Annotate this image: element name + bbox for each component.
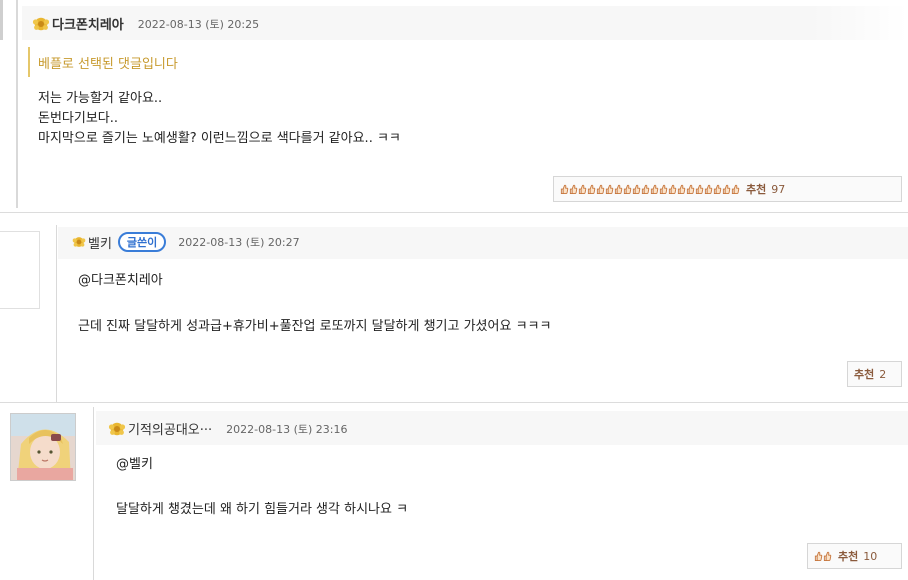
thumbs-up-icon [686, 184, 695, 194]
thumbs-up-icon [632, 184, 641, 194]
thumbs-up-icon [569, 184, 578, 194]
comment-line: 저는 가능할거 같아요.. [38, 91, 163, 106]
thumbs-up-icon [677, 184, 686, 194]
thumbs-up-icon [614, 184, 623, 194]
recommend-label: 추천 [854, 368, 875, 381]
recommend-count: 10 [863, 549, 878, 563]
best-comment-label: 베플로 선택된 댓글입니다 [38, 57, 178, 72]
comment-date: 2022-08-13 (토) 23:16 [226, 422, 348, 436]
thread-rail [16, 0, 18, 208]
comment-date: 2022-08-13 (토) 20:27 [178, 236, 300, 249]
best-comment-marker [28, 47, 30, 77]
recommend-label: 추천 [838, 550, 859, 563]
nickname[interactable]: 기적의공대오··· [128, 419, 212, 438]
comment-2: 벨키 글쓴이 2022-08-13 (토) 20:27 @다크폰치레아 근데 진… [0, 213, 908, 403]
comment-mention[interactable]: @다크폰치레아 [78, 271, 163, 291]
flower-medal-icon [72, 237, 86, 247]
comment-body: 근데 진짜 달달하게 성과급+휴가비+풀잔업 로또까지 달달하게 챙기고 가셨어… [78, 319, 552, 334]
avatar-image [11, 414, 75, 480]
comment-line: 마지막으로 즐기는 노예생활? 이런느낌으로 색다를거 같아요.. ㅋㅋ [38, 131, 401, 146]
thumbs-up-icon [713, 184, 722, 194]
thumbs-up-icon [605, 184, 614, 194]
thumbs-up-icon [623, 184, 632, 194]
comment-meta: 기적의공대오··· 2022-08-13 (토) 23:16 [108, 419, 348, 438]
author-badge: 글쓴이 [117, 232, 167, 252]
thumbs-up-icon [641, 184, 650, 194]
comment-3: 기적의공대오··· 2022-08-13 (토) 23:16 @벨키 달달하게 … [0, 403, 908, 580]
recommend-count: 97 [771, 182, 786, 196]
thumbs-up-icon [704, 184, 713, 194]
thread-rail [93, 407, 94, 580]
comment-date: 2022-08-13 (토) 20:25 [137, 17, 260, 31]
comment-line: 돈번다기보다.. [38, 111, 119, 126]
thread-rail [56, 225, 57, 403]
thumbs-up-icon [695, 184, 704, 194]
left-border [0, 0, 3, 40]
thumbs-up-icons [560, 184, 740, 195]
comment-body: 저는 가능할거 같아요.. 돈번다기보다.. 마지막으로 즐기는 노예생활? 이… [38, 89, 401, 149]
avatar[interactable] [10, 413, 76, 481]
comment-body: 달달하게 챙겼는데 왜 하기 힘들거라 생각 하시나요 ㅋ [116, 502, 409, 517]
flower-medal-icon [108, 422, 126, 435]
comment-mention[interactable]: @벨키 [116, 455, 153, 475]
flower-medal-icon [32, 17, 50, 30]
comment-meta: 벨키 글쓴이 2022-08-13 (토) 20:27 [72, 232, 300, 252]
thumbs-up-icon [814, 551, 823, 561]
nickname[interactable]: 다크폰치레아 [52, 14, 124, 33]
thumbs-up-icon [596, 184, 605, 194]
thumbs-up-icon [823, 551, 832, 561]
thumbs-up-icon [587, 184, 596, 194]
thumbs-up-icon [578, 184, 587, 194]
previous-avatar-frame [0, 231, 40, 309]
thumbs-up-icon [659, 184, 668, 194]
thumbs-up-icon [650, 184, 659, 194]
thumbs-up-icon [668, 184, 677, 194]
recommend-button[interactable]: 추천 2 [847, 361, 902, 387]
recommend-label: 추천 [746, 183, 767, 196]
comment-1: 다크폰치레아 2022-08-13 (토) 20:25 베플로 선택된 댓글입니… [0, 0, 908, 213]
nickname[interactable]: 벨키 [88, 233, 112, 252]
thumbs-up-icon [731, 184, 740, 194]
recommend-count: 2 [879, 367, 887, 381]
header-fade [812, 6, 908, 40]
thumbs-up-icon [560, 184, 569, 194]
thumbs-up-icon [722, 184, 731, 194]
thumbs-up-icons [814, 551, 832, 562]
comment-meta: 다크폰치레아 2022-08-13 (토) 20:25 [32, 14, 259, 33]
recommend-button[interactable]: 추천 97 [553, 176, 902, 202]
recommend-button[interactable]: 추천 10 [807, 543, 902, 569]
